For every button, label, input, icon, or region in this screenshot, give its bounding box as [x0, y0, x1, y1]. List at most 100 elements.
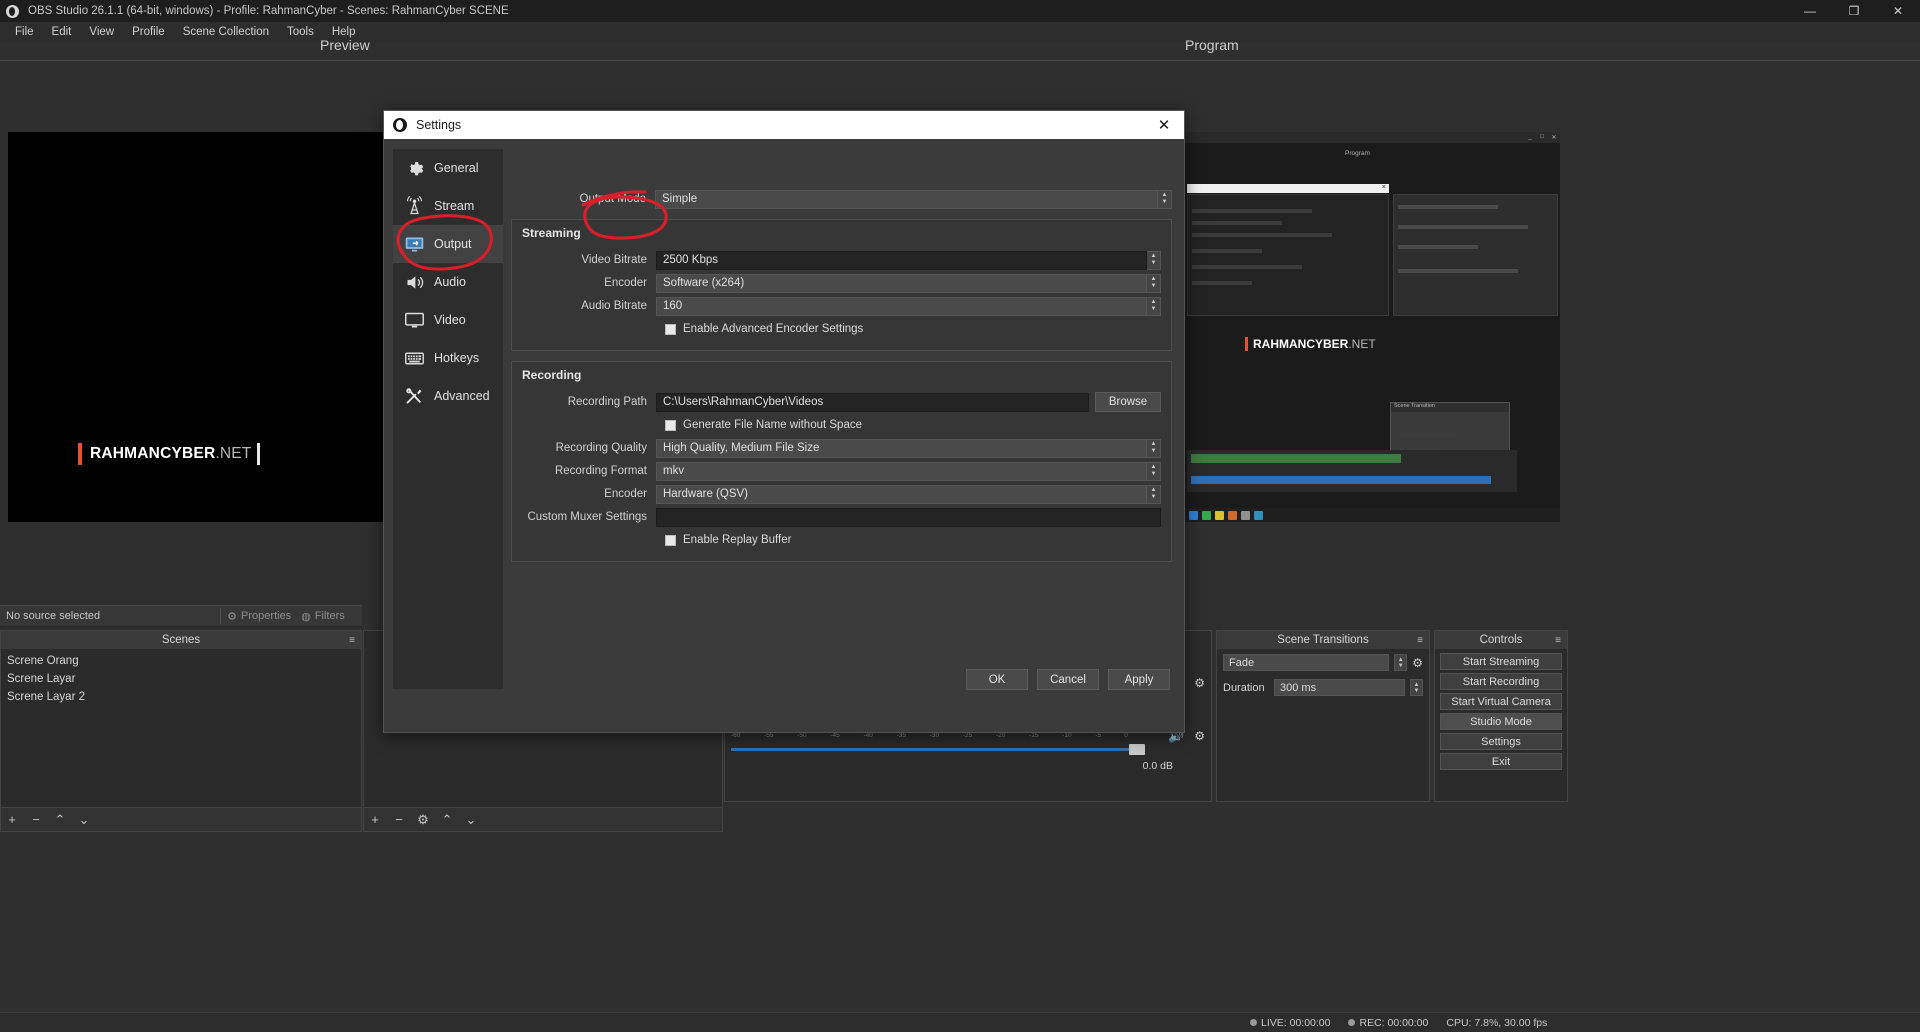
streaming-group: Streaming Video Bitrate 2500 Kbps ▲▼ Enc…: [511, 219, 1172, 351]
gear-icon[interactable]: ⚙: [1194, 729, 1205, 743]
channel-db: 0.0 dB: [1143, 760, 1173, 772]
menu-view[interactable]: View: [80, 24, 123, 40]
replay-buffer-row[interactable]: Enable Replay Buffer: [665, 531, 1161, 549]
properties-button[interactable]: ⚙ Properties: [227, 610, 291, 623]
sidebar-item-advanced[interactable]: Advanced: [393, 377, 503, 415]
transition-select[interactable]: Fade: [1223, 654, 1389, 671]
gear-icon: ⚙: [227, 610, 237, 623]
menu-scene-collection[interactable]: Scene Collection: [174, 24, 278, 40]
scene-transitions-dock: Scene Transitions ≡ Fade ▲▼ ⚙ Duration 3…: [1216, 630, 1430, 802]
sidebar-item-audio[interactable]: Audio: [393, 263, 503, 301]
move-source-down-button[interactable]: ⌄: [464, 812, 478, 828]
output-mode-select[interactable]: Simple: [655, 190, 1158, 209]
start-recording-button[interactable]: Start Recording: [1440, 673, 1562, 690]
transition-spinner[interactable]: ▲▼: [1394, 654, 1407, 671]
sidebar-item-video[interactable]: Video: [393, 301, 503, 339]
filter-icon: ◍: [301, 610, 311, 623]
recording-format-spinner[interactable]: ▲▼: [1147, 462, 1161, 481]
browse-button[interactable]: Browse: [1095, 392, 1161, 412]
scenes-dock-title: Scenes ≡: [1, 631, 361, 650]
hamburger-icon[interactable]: ≡: [1555, 635, 1561, 646]
move-source-up-button[interactable]: ⌃: [440, 812, 454, 828]
video-bitrate-label: Video Bitrate: [512, 254, 656, 266]
scenes-list[interactable]: Screne Orang Screne Layar Screne Layar 2: [1, 650, 361, 805]
exit-button[interactable]: Exit: [1440, 753, 1562, 770]
video-bitrate-row: Video Bitrate 2500 Kbps ▲▼: [512, 250, 1161, 270]
move-scene-up-button[interactable]: ⌃: [53, 812, 67, 828]
close-icon[interactable]: ✕: [1144, 111, 1184, 139]
menu-tools[interactable]: Tools: [278, 24, 323, 40]
minimize-button[interactable]: —: [1788, 0, 1832, 22]
remove-source-button[interactable]: −: [392, 812, 406, 827]
generate-filename-row[interactable]: Generate File Name without Space: [665, 416, 1161, 434]
nested-watermark-suffix: .NET: [1348, 337, 1375, 351]
stream-encoder-spinner[interactable]: ▲▼: [1147, 274, 1161, 293]
start-streaming-button[interactable]: Start Streaming: [1440, 653, 1562, 670]
ok-button[interactable]: OK: [966, 669, 1028, 690]
controls-title-label: Controls: [1480, 634, 1523, 646]
output-mode-label: Output Mode: [511, 193, 655, 205]
maximize-button[interactable]: ❐: [1832, 0, 1876, 22]
recording-group-title: Recording: [522, 368, 581, 382]
output-mode-spinner[interactable]: ▲▼: [1158, 190, 1172, 209]
sidebar-item-hotkeys[interactable]: Hotkeys: [393, 339, 503, 377]
cancel-button[interactable]: Cancel: [1037, 669, 1099, 690]
audio-bitrate-spinner[interactable]: ▲▼: [1147, 297, 1161, 316]
start-virtual-camera-button[interactable]: Start Virtual Camera: [1440, 693, 1562, 710]
close-button[interactable]: ✕: [1876, 0, 1920, 22]
window-title: OBS Studio 26.1.1 (64-bit, windows) - Pr…: [28, 5, 509, 17]
video-bitrate-input[interactable]: 2500 Kbps: [656, 251, 1147, 270]
scenes-dock: Scenes ≡ Screne Orang Screne Layar Scren…: [0, 630, 362, 832]
apply-button[interactable]: Apply: [1108, 669, 1170, 690]
move-scene-down-button[interactable]: ⌄: [77, 812, 91, 828]
nested-maximize-icon: □: [1536, 134, 1548, 142]
sidebar-item-general[interactable]: General: [393, 149, 503, 187]
recording-path-input[interactable]: C:\Users\RahmanCyber\Videos: [656, 393, 1089, 412]
menu-profile[interactable]: Profile: [123, 24, 174, 40]
gear-icon[interactable]: ⚙: [1412, 656, 1423, 670]
duration-label: Duration: [1223, 682, 1269, 694]
advanced-encoder-row[interactable]: Enable Advanced Encoder Settings: [665, 320, 1161, 338]
advanced-encoder-checkbox[interactable]: [665, 324, 676, 335]
stream-encoder-select[interactable]: Software (x264): [656, 274, 1147, 293]
duration-input[interactable]: 300 ms: [1274, 679, 1405, 696]
menu-edit[interactable]: Edit: [43, 24, 81, 40]
custom-muxer-input[interactable]: [656, 508, 1161, 527]
settings-button[interactable]: Settings: [1440, 733, 1562, 750]
nested-right-panel: [1393, 194, 1558, 316]
program-canvas[interactable]: _ □ ✕ Program × RAHMANCYBER.NET: [1185, 132, 1560, 522]
source-settings-button[interactable]: ⚙: [416, 812, 430, 828]
menu-file[interactable]: File: [6, 24, 43, 40]
recording-quality-spinner[interactable]: ▲▼: [1147, 439, 1161, 458]
studio-mode-button[interactable]: Studio Mode: [1440, 713, 1562, 730]
sidebar-item-output[interactable]: Output: [393, 225, 503, 263]
remove-scene-button[interactable]: −: [29, 812, 43, 827]
replay-buffer-checkbox[interactable]: [665, 535, 676, 546]
recording-encoder-spinner[interactable]: ▲▼: [1147, 485, 1161, 504]
volume-slider[interactable]: [731, 744, 1145, 754]
preview-watermark: RAHMANCYBER.NET: [78, 440, 260, 468]
sidebar-item-label: Stream: [434, 199, 474, 213]
hamburger-icon[interactable]: ≡: [349, 635, 355, 646]
filters-label: Filters: [315, 610, 345, 622]
hamburger-icon[interactable]: ≡: [1417, 635, 1423, 646]
top-strip: [0, 42, 1920, 60]
gear-icon[interactable]: ⚙: [1194, 676, 1205, 690]
filters-button[interactable]: ◍ Filters: [301, 610, 345, 623]
list-item[interactable]: Screne Layar 2: [1, 688, 361, 706]
list-item[interactable]: Screne Orang: [1, 652, 361, 670]
taskbar-icon: [1215, 511, 1224, 520]
add-scene-button[interactable]: +: [5, 812, 19, 827]
recording-format-select[interactable]: mkv: [656, 462, 1147, 481]
video-bitrate-spinner[interactable]: ▲▼: [1147, 251, 1161, 270]
recording-encoder-select[interactable]: Hardware (QSV): [656, 485, 1147, 504]
meter-scale: -60-55-50 -45-40-35 -30-25-20 -15-10-5 0: [731, 732, 1145, 741]
list-item[interactable]: Screne Layar: [1, 670, 361, 688]
add-source-button[interactable]: +: [368, 812, 382, 827]
duration-spinner[interactable]: ▲▼: [1410, 679, 1423, 696]
sidebar-item-stream[interactable]: Stream: [393, 187, 503, 225]
generate-filename-checkbox[interactable]: [665, 420, 676, 431]
recording-quality-select[interactable]: High Quality, Medium File Size: [656, 439, 1147, 458]
preview-canvas[interactable]: RAHMANCYBER.NET: [8, 132, 383, 522]
audio-bitrate-select[interactable]: 160: [656, 297, 1147, 316]
